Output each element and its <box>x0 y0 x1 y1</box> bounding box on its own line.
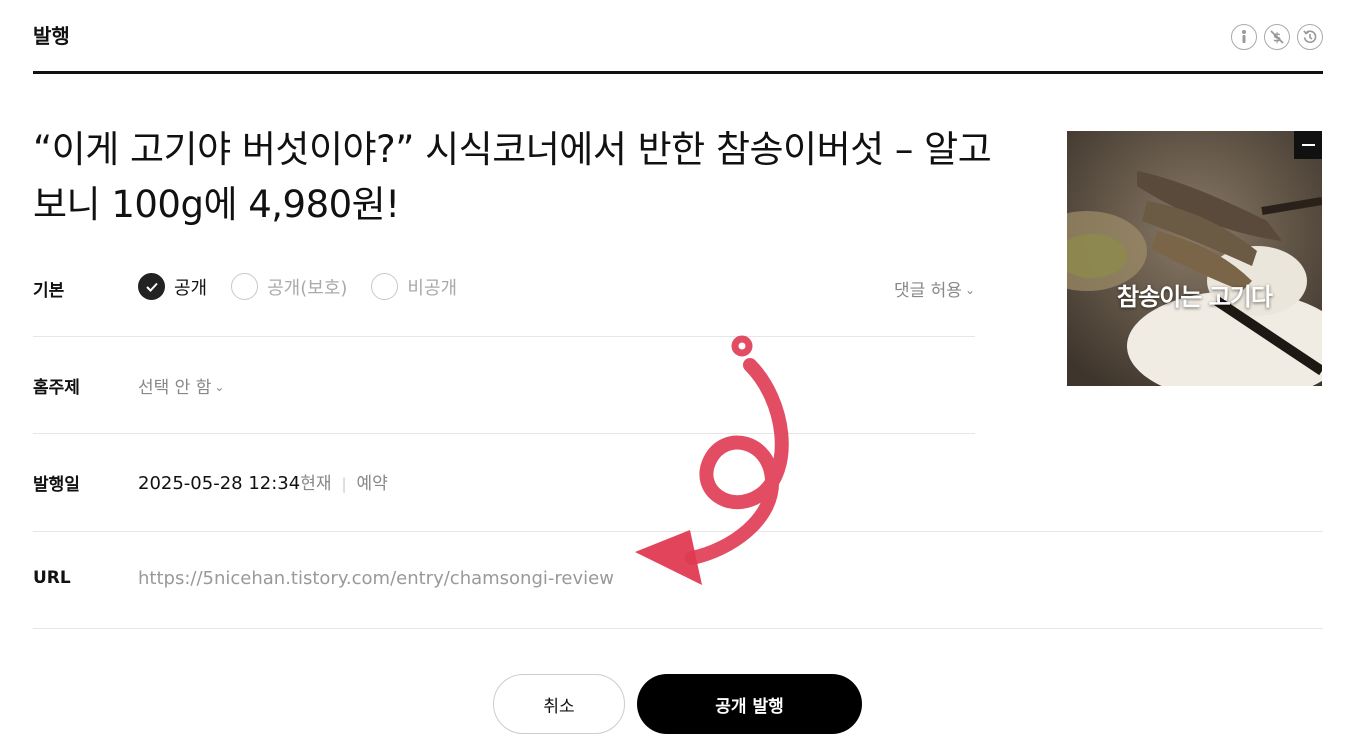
radio-protected[interactable]: 공개(보호) <box>231 273 347 300</box>
publish-date-controls: 2025-05-28 12:34현재 | 예약 <box>138 469 388 494</box>
publish-button[interactable]: 공개 발행 <box>637 674 862 734</box>
home-topic-row: 홈주제 선택 안 함 ⌄ <box>33 337 975 434</box>
publish-reserve-option[interactable]: 예약 <box>357 474 388 494</box>
visibility-radio-group: 공개 공개(보호) 비공개 <box>138 273 481 300</box>
post-title: “이게 고기야 버섯이야?” 시식코너에서 반한 참송이버섯 – 알고 보니 1… <box>33 128 992 226</box>
url-input[interactable]: https://5nicehan.tistory.com/entry/chams… <box>138 568 614 589</box>
comment-permission-label: 댓글 허용 <box>893 281 962 301</box>
header-title: 발행 <box>33 24 70 48</box>
visibility-label: 기본 <box>33 281 65 301</box>
radio-circle-icon <box>371 273 399 300</box>
accessibility-icon[interactable] <box>1231 24 1257 50</box>
publish-date-value: 2025-05-28 12:34 <box>138 473 301 494</box>
home-topic-value: 선택 안 함 <box>138 378 212 398</box>
home-topic-dropdown[interactable]: 선택 안 함 ⌄ <box>138 373 224 398</box>
history-icon[interactable] <box>1297 24 1323 50</box>
chevron-down-icon: ⌄ <box>214 380 225 394</box>
publish-date-row: 발행일 2025-05-28 12:34현재 | 예약 <box>33 434 1323 532</box>
cancel-button[interactable]: 취소 <box>493 674 625 734</box>
url-label: URL <box>33 568 71 588</box>
radio-private[interactable]: 비공개 <box>371 273 457 300</box>
divider: | <box>341 475 347 493</box>
publish-now-option[interactable]: 현재 <box>300 474 331 494</box>
no-money-icon[interactable]: $ <box>1264 24 1290 50</box>
check-icon <box>138 273 165 300</box>
thumbnail-remove-button[interactable] <box>1294 131 1322 159</box>
minus-icon <box>1301 144 1315 146</box>
thumbnail-caption: 참송이는 고기다 <box>1117 283 1273 311</box>
visibility-row: 기본 공개 공개(보호) 비공개 댓글 허용 ⌄ <box>33 238 975 337</box>
header-icon-group: $ <box>1231 24 1323 50</box>
thumbnail-photo <box>1067 131 1322 386</box>
radio-circle-icon <box>231 273 259 300</box>
publish-date-label: 발행일 <box>33 475 80 495</box>
radio-protected-label: 공개(보호) <box>267 277 348 299</box>
url-row: URL https://5nicehan.tistory.com/entry/c… <box>33 532 1323 629</box>
thumbnail-image[interactable]: 참송이는 고기다 <box>1067 131 1322 386</box>
radio-private-label: 비공개 <box>407 277 458 299</box>
chevron-down-icon: ⌄ <box>964 283 975 297</box>
comment-permission-dropdown[interactable]: 댓글 허용 ⌄ <box>894 276 975 301</box>
radio-public-label: 공개 <box>174 277 208 299</box>
home-topic-label: 홈주제 <box>33 378 80 398</box>
radio-public[interactable]: 공개 <box>138 273 207 300</box>
publish-header: 발행 $ <box>33 0 1323 74</box>
